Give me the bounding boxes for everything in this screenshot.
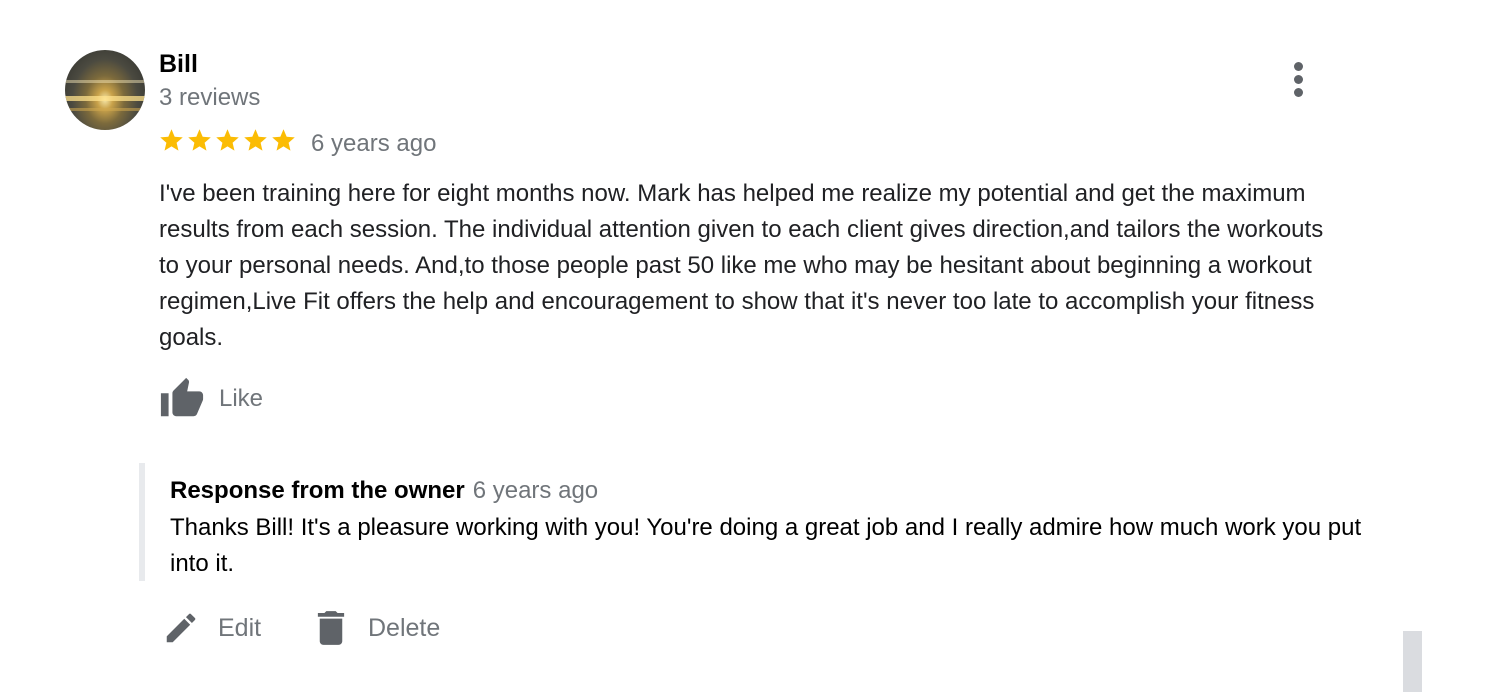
review-date: 6 years ago xyxy=(311,130,437,157)
avatar-highlight xyxy=(65,80,145,83)
delete-button[interactable]: Delete xyxy=(316,604,440,652)
star-icon xyxy=(160,129,183,151)
more-vert-icon xyxy=(1294,75,1303,84)
star-rating xyxy=(158,127,297,159)
thumb-up-icon xyxy=(160,377,204,417)
like-label: Like xyxy=(219,385,264,412)
trash-icon xyxy=(317,611,345,645)
star-icon xyxy=(272,129,295,151)
more-vert-icon xyxy=(1294,88,1303,97)
pencil-icon xyxy=(166,613,196,643)
review-card: Bill 3 reviews 6 years ago I've been tra… xyxy=(0,0,1506,692)
owner-response-title: Response from the owner xyxy=(170,477,465,504)
owner-response-header: Response from the owner 6 years ago xyxy=(170,477,598,505)
delete-label: Delete xyxy=(368,613,441,642)
reviewer-name[interactable]: Bill xyxy=(159,50,198,79)
star-icon xyxy=(188,129,211,151)
edit-button[interactable]: Edit xyxy=(162,604,261,652)
review-count: 3 reviews xyxy=(159,84,261,111)
owner-response: Response from the owner 6 years ago Thank… xyxy=(139,463,1385,581)
scrollbar-thumb[interactable] xyxy=(1403,631,1422,692)
review-text: I've been training here for eight months… xyxy=(159,180,1324,351)
owner-response-date: 6 years ago xyxy=(472,477,599,504)
more-options-button[interactable] xyxy=(1282,58,1316,102)
edit-label: Edit xyxy=(218,613,262,642)
avatar-highlight xyxy=(65,96,145,101)
star-icon xyxy=(216,129,239,151)
reviewer-avatar[interactable] xyxy=(65,50,145,130)
like-button[interactable]: Like xyxy=(158,376,263,422)
more-vert-icon xyxy=(1294,62,1303,71)
star-icon xyxy=(244,129,267,151)
avatar-highlight xyxy=(65,108,145,111)
owner-response-text: Thanks Bill! It's a pleasure working wit… xyxy=(170,514,1362,577)
